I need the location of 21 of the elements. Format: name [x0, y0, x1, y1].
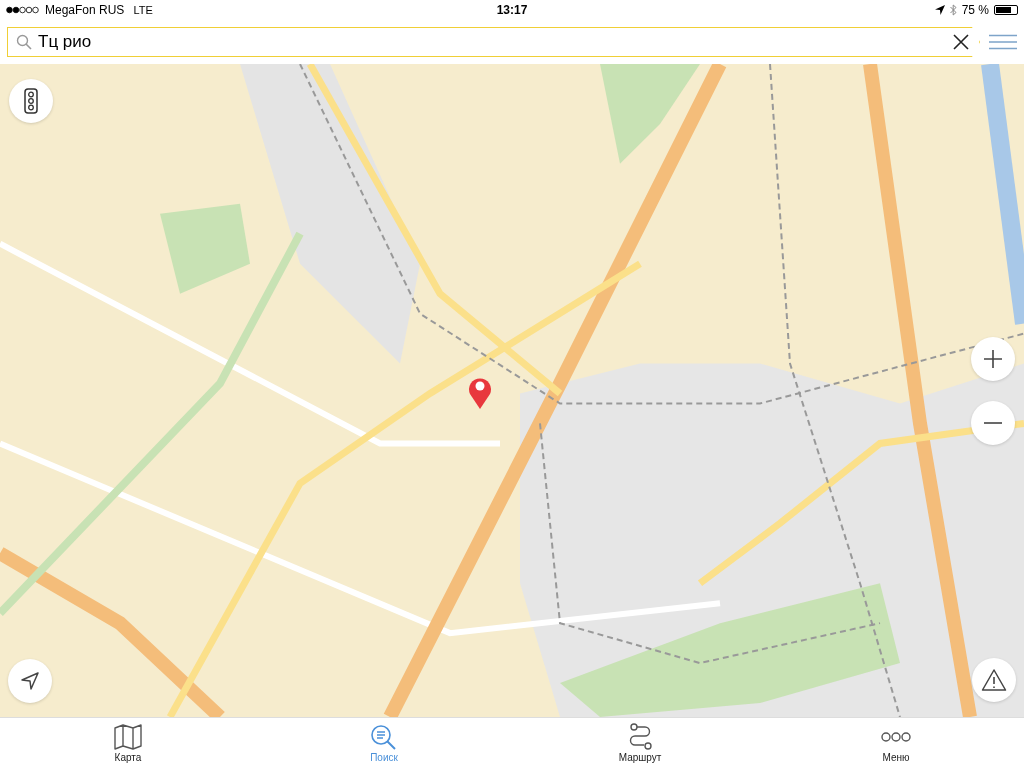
tab[interactable]: Карта [0, 718, 256, 768]
battery-percent: 75 % [961, 3, 989, 17]
clear-button[interactable] [953, 34, 969, 50]
traffic-light-icon [24, 88, 38, 114]
clock-time: 13:17 [496, 3, 528, 17]
navigation-arrow-icon [20, 671, 40, 691]
carrier-name: MegaFon RUS [45, 3, 125, 17]
tab[interactable]: Поиск [256, 718, 512, 768]
map-icon [113, 723, 143, 751]
tab[interactable]: Меню [768, 718, 1024, 768]
warning-icon [981, 668, 1007, 692]
minus-icon [983, 421, 1003, 425]
location-arrow-icon [934, 5, 945, 15]
tab[interactable]: Маршрут [512, 718, 768, 768]
search-input[interactable]: Тц рио [38, 32, 947, 52]
network-type: LTE [133, 4, 153, 16]
signal-icon [6, 6, 40, 14]
battery-icon [994, 5, 1018, 15]
bluetooth-icon [949, 4, 957, 16]
search-icon [16, 34, 32, 50]
plus-icon [983, 349, 1003, 369]
